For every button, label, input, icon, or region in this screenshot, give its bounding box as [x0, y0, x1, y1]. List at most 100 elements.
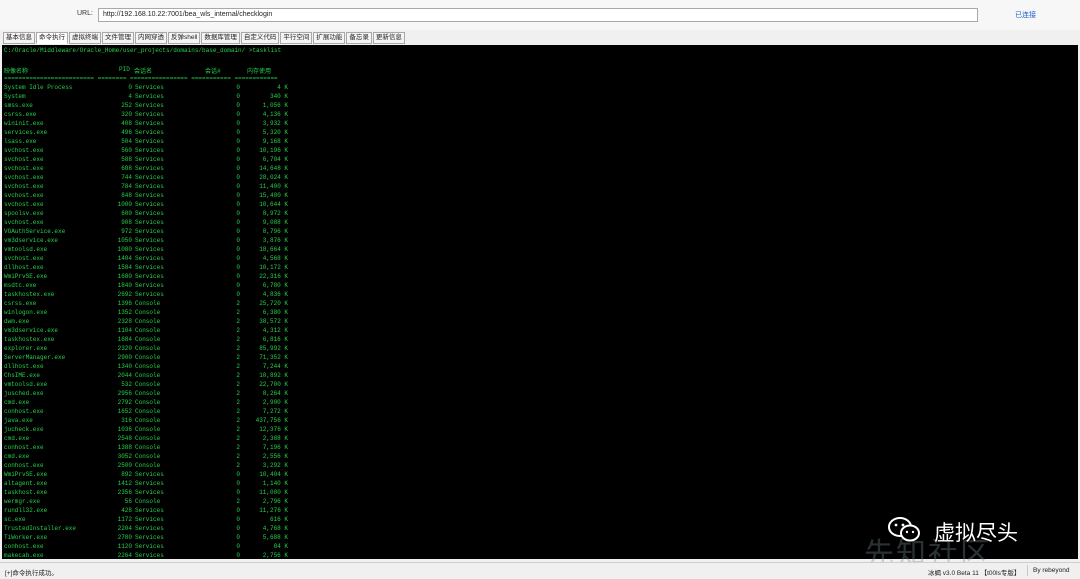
tab-0[interactable]: 基本信息	[3, 32, 35, 44]
process-session-name: Services	[135, 273, 164, 280]
tab-6[interactable]: 数据库管理	[201, 32, 240, 44]
table-row: System Idle Process 0 Services 0 4 K	[2, 83, 322, 92]
process-pid: 892	[121, 471, 132, 478]
table-row: csrss.exe 320 Services 0 4,136 K	[2, 110, 322, 119]
table-row: vmtoolsd.exe 1080 Services 0 18,664 K	[2, 245, 322, 254]
table-row: msdtc.exe 1840 Services 0 6,780 K	[2, 281, 322, 290]
process-mem: 8,796 K	[262, 228, 288, 235]
process-session-name: Services	[135, 201, 164, 208]
process-name: lsass.exe	[4, 138, 37, 145]
process-mem: 4,312 K	[262, 327, 288, 334]
process-session-name: Console	[135, 354, 161, 361]
process-name: svchost.exe	[4, 165, 44, 172]
process-name: cmd.exe	[4, 453, 30, 460]
header-session-num: 会话#	[205, 68, 221, 75]
process-pid: 252	[121, 102, 132, 109]
process-pid: 316	[121, 417, 132, 424]
tab-2[interactable]: 虚拟终端	[69, 32, 101, 44]
table-row: wermgr.exe 56 Console 2 2,796 K	[2, 497, 322, 506]
process-name: svchost.exe	[4, 255, 44, 262]
process-session-num: 0	[236, 228, 240, 235]
process-mem: 4,136 K	[262, 111, 288, 118]
process-name: vm3dservice.exe	[4, 327, 59, 334]
process-name: conhost.exe	[4, 408, 44, 415]
process-session-num: 0	[236, 93, 240, 100]
process-pid: 588	[121, 156, 132, 163]
process-session-num: 0	[236, 192, 240, 199]
tab-8[interactable]: 平行空间	[280, 32, 313, 44]
process-pid: 496	[121, 129, 132, 136]
process-pid: 560	[121, 147, 132, 154]
process-pid: 2204	[117, 525, 132, 532]
process-session-name: Console	[135, 372, 161, 379]
process-session-num: 0	[236, 183, 240, 190]
process-pid: 3052	[117, 453, 132, 460]
process-mem: 437,756 K	[255, 417, 288, 424]
process-session-num: 2	[236, 363, 240, 370]
process-pid: 688	[121, 165, 132, 172]
process-pid: 1684	[117, 336, 132, 343]
process-pid: 1172	[117, 516, 132, 523]
url-input[interactable]	[98, 8, 978, 22]
table-row: cmd.exe 2792 Console 2 2,900 K	[2, 398, 322, 407]
tab-10[interactable]: 备忘录	[346, 32, 372, 44]
header-image-name: 映像名称	[4, 68, 29, 75]
status-author: By rebeyond	[1033, 567, 1070, 574]
process-pid: 848	[121, 192, 132, 199]
process-mem: 5,688 K	[262, 534, 288, 541]
tab-9[interactable]: 扩展功能	[313, 32, 346, 44]
table-row: conhost.exe 1120 Services 0 84 K	[2, 542, 322, 551]
table-row: svchost.exe 1000 Services 0 10,644 K	[2, 200, 322, 209]
tab-7[interactable]: 自定义代码	[240, 32, 280, 44]
process-session-name: Console	[135, 327, 161, 334]
process-name: System	[4, 93, 26, 100]
process-name: svchost.exe	[4, 174, 44, 181]
tab-5[interactable]: 反弹shell	[168, 32, 201, 44]
process-session-num: 2	[236, 435, 240, 442]
table-row: taskhostex.exe 2692 Services 0 4,836 K	[2, 290, 322, 299]
process-session-name: Services	[135, 138, 164, 145]
process-session-num: 2	[236, 354, 240, 361]
process-session-num: 0	[236, 111, 240, 118]
process-pid: 2900	[117, 354, 132, 361]
process-mem: 8,972 K	[262, 210, 288, 217]
process-mem: 3,932 K	[262, 120, 288, 127]
tab-1[interactable]: 命令执行	[36, 32, 68, 44]
process-pid: 1404	[117, 255, 132, 262]
process-session-name: Services	[135, 156, 164, 163]
process-session-num: 2	[236, 444, 240, 451]
process-session-name: Services	[135, 120, 164, 127]
process-session-name: Services	[135, 129, 164, 136]
tab-3[interactable]: 文件管理	[102, 32, 134, 44]
process-name: makecab.exe	[4, 552, 44, 559]
process-mem: 10,196 K	[259, 147, 288, 154]
process-session-num: 0	[236, 543, 240, 550]
process-session-name: Console	[135, 408, 161, 415]
process-name: rundll32.exe	[4, 507, 48, 514]
url-bar: URL: 已连接	[0, 0, 1080, 30]
table-row: taskhostex.exe 1684 Console 2 6,816 K	[2, 335, 322, 344]
process-name: spoolsv.exe	[4, 210, 44, 217]
process-session-name: Services	[135, 192, 164, 199]
process-pid: 1036	[117, 426, 132, 433]
tab-11[interactable]: 更新信息	[372, 32, 405, 44]
process-session-name: Console	[135, 435, 161, 442]
table-row: jucheck.exe 1036 Console 2 12,376 K	[2, 425, 322, 434]
header-mem-usage: 内存使用	[247, 68, 272, 75]
table-row: svchost.exe 848 Services 0 15,400 K	[2, 191, 322, 200]
table-row: ChsIME.exe 2044 Console 2 10,892 K	[2, 371, 322, 380]
process-pid: 744	[121, 174, 132, 181]
process-session-num: 0	[236, 480, 240, 487]
terminal-output[interactable]: C:/Oracle/Middleware/Oracle_Home/user_pr…	[2, 45, 1078, 559]
process-session-name: Services	[135, 237, 164, 244]
process-mem: 5,320 K	[262, 129, 288, 136]
process-name: dllhost.exe	[4, 264, 44, 271]
process-mem: 4,568 K	[262, 255, 288, 262]
process-session-name: Services	[135, 147, 164, 154]
process-mem: 3,292 K	[262, 462, 288, 469]
table-row: altagent.exe 1412 Services 0 1,140 K	[2, 479, 322, 488]
process-mem: 38,572 K	[259, 318, 288, 325]
process-mem: 3,876 K	[262, 237, 288, 244]
tab-4[interactable]: 内网穿透	[135, 32, 167, 44]
process-mem: 2,756 K	[262, 552, 288, 559]
